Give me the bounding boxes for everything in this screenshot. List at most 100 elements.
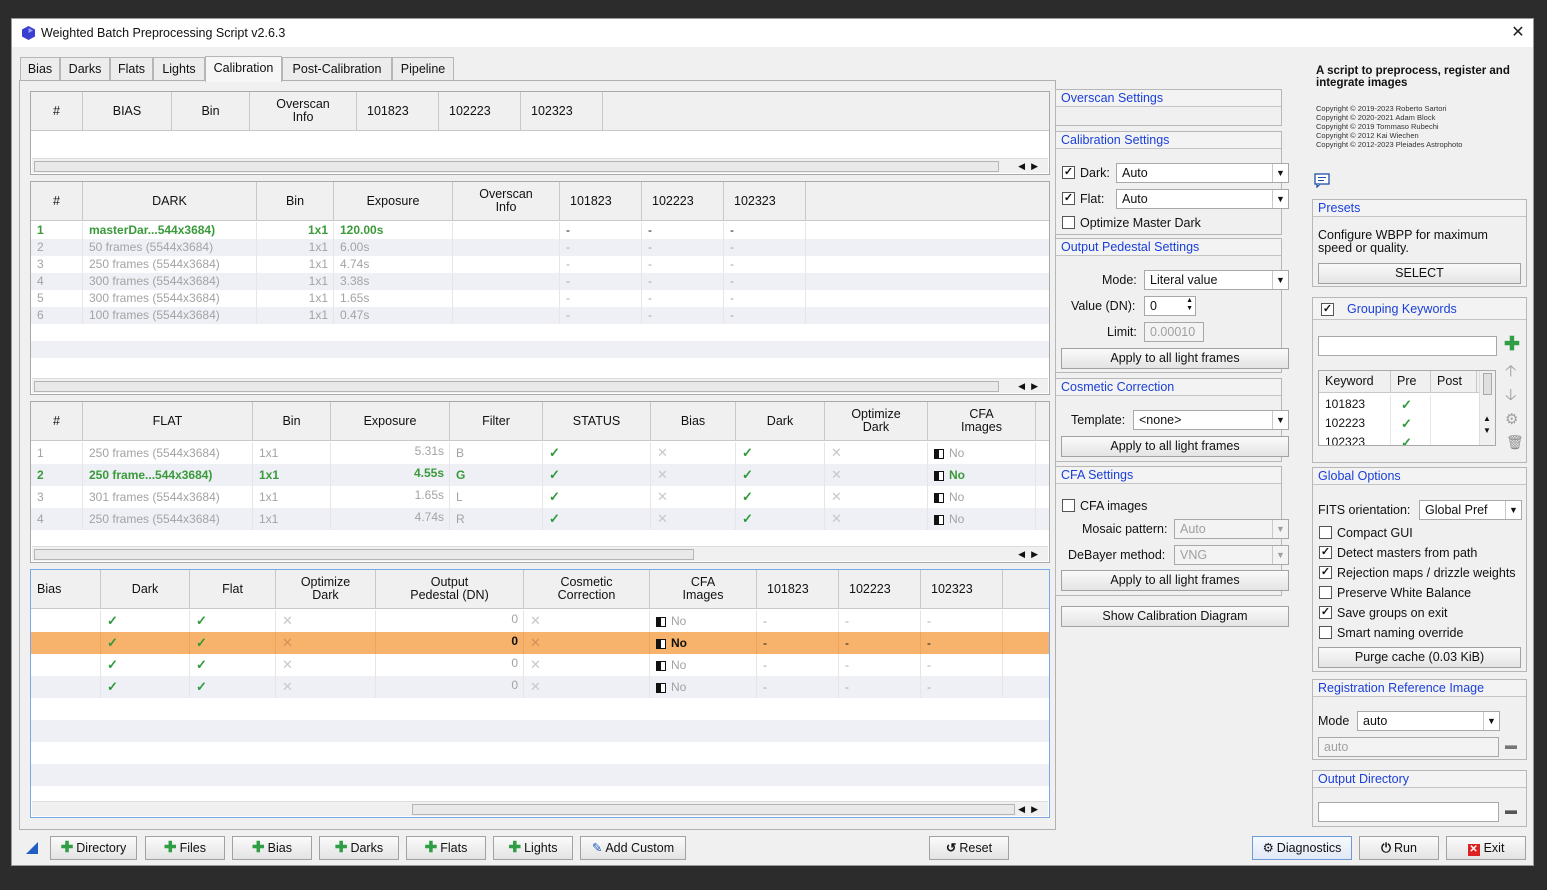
table-row[interactable]: 1 masterDar...544x3684) 1x1 120.00s - - …	[31, 222, 1049, 239]
reg-reference-field[interactable]: auto	[1318, 737, 1499, 757]
diagnostics-button[interactable]: ⚙ Diagnostics	[1252, 836, 1352, 860]
col-header[interactable]: 102323	[921, 570, 1003, 608]
col-header[interactable]: CFA Images	[928, 402, 1036, 440]
col-header[interactable]: 101823	[357, 92, 439, 130]
output-directory-field[interactable]	[1318, 802, 1499, 822]
flat-select[interactable]: Auto ▼	[1116, 189, 1289, 209]
section-title[interactable]: Calibration Settings	[1056, 132, 1281, 149]
rejection-maps-checkbox[interactable]: ✓	[1319, 566, 1332, 579]
scroll-arrows-icon[interactable]: ◀▶	[1018, 159, 1044, 174]
add-directory-button[interactable]: ✚ Directory	[50, 836, 137, 860]
table-row[interactable]: 4 300 frames (5544x3684) 1x1 3.38s - - -	[31, 273, 1049, 290]
col-header[interactable]: 102323	[724, 182, 806, 220]
col-header[interactable]: Bin	[257, 182, 334, 220]
col-header[interactable]: Bias	[651, 402, 736, 440]
section-title[interactable]: Presets	[1313, 200, 1526, 217]
trash-icon[interactable]: 🗑	[1506, 434, 1524, 451]
table-row[interactable]: ✓ ✓ ✕ 0 ✕ No - - -	[31, 654, 1049, 676]
horizontal-scrollbar[interactable]: ◀▶	[32, 158, 1048, 173]
optimize-dark-checkbox[interactable]	[1062, 216, 1075, 229]
section-title[interactable]: Overscan Settings	[1056, 90, 1281, 107]
scroll-arrows-icon[interactable]: ◀▶	[1018, 802, 1044, 817]
apply-cfa-button[interactable]: Apply to all light frames	[1061, 570, 1289, 591]
dark-table[interactable]: # DARK Bin Exposure Overscan Info 101823…	[30, 181, 1050, 395]
pre-check-icon[interactable]: ✓	[1391, 414, 1431, 433]
add-keyword-icon[interactable]: ✚	[1504, 335, 1520, 355]
col-header[interactable]: Overscan Info	[453, 182, 560, 220]
col-header[interactable]: Keyword	[1319, 371, 1391, 392]
table-row[interactable]: ✓ ✓ ✕ 0 ✕ No - - -	[31, 610, 1049, 632]
detect-masters-checkbox[interactable]: ✓	[1319, 546, 1332, 559]
col-header[interactable]: #	[31, 92, 83, 130]
resize-triangle-icon[interactable]	[26, 842, 38, 854]
mosaic-select[interactable]: Auto ▼	[1174, 519, 1289, 539]
smart-naming-checkbox[interactable]	[1319, 626, 1332, 639]
table-row[interactable]: 4 250 frames (5544x3684) 1x1 4.74s R ✓ ✕…	[31, 508, 1049, 530]
keyword-row[interactable]: 102323 ✓	[1319, 433, 1495, 445]
col-header[interactable]: Filter	[450, 402, 543, 440]
col-header[interactable]: FLAT	[83, 402, 253, 440]
horizontal-scrollbar[interactable]: ◀▶	[32, 378, 1048, 393]
section-title[interactable]: Cosmetic Correction	[1056, 379, 1281, 396]
table-row[interactable]: 3 301 frames (5544x3684) 1x1 1.65s L ✓ ✕…	[31, 486, 1049, 508]
section-title[interactable]: Global Options	[1313, 468, 1526, 485]
dark-checkbox[interactable]: ✓	[1062, 166, 1075, 179]
add-custom-button[interactable]: ✎ Add Custom	[580, 836, 686, 860]
arrow-down-icon[interactable]: 🡣	[1505, 384, 1517, 411]
horizontal-scrollbar[interactable]: ◀▶	[32, 801, 1048, 816]
col-header[interactable]: 101823	[757, 570, 839, 608]
fits-orientation-select[interactable]: Global Pref ▼	[1419, 500, 1522, 520]
col-header[interactable]: Bin	[172, 92, 250, 130]
close-icon[interactable]: ✕	[1507, 23, 1529, 43]
pre-check-icon[interactable]: ✓	[1391, 433, 1431, 445]
col-header[interactable]: Dark	[101, 570, 190, 608]
table-row[interactable]: 3 250 frames (5544x3684) 1x1 4.74s - - -	[31, 256, 1049, 273]
reg-mode-select[interactable]: auto ▼	[1357, 711, 1500, 731]
scroll-arrows-icon[interactable]: ◀▶	[1018, 379, 1044, 394]
table-row[interactable]: 6 100 frames (5544x3684) 1x1 0.47s - - -	[31, 307, 1049, 324]
reset-button[interactable]: ↺ Reset	[929, 836, 1009, 860]
add-flats-button[interactable]: ✚ Flats	[406, 836, 486, 860]
purge-cache-button[interactable]: Purge cache (0.03 KiB)	[1318, 647, 1521, 668]
gear-icon[interactable]: ⚙	[1505, 410, 1518, 428]
col-header[interactable]: Pre	[1391, 371, 1431, 392]
add-files-button[interactable]: ✚ Files	[145, 836, 225, 860]
apply-cosmetic-button[interactable]: Apply to all light frames	[1061, 436, 1289, 457]
pedestal-value-spinbox[interactable]: 0 ▲ ▼	[1144, 296, 1196, 316]
cfa-images-checkbox[interactable]	[1062, 499, 1075, 512]
save-groups-checkbox[interactable]: ✓	[1319, 606, 1332, 619]
tab-darks[interactable]: Darks	[60, 57, 110, 81]
col-header[interactable]: STATUS	[543, 402, 651, 440]
add-lights-button[interactable]: ✚ Lights	[493, 836, 573, 860]
col-header[interactable]: Bin	[253, 402, 331, 440]
apply-pedestal-button[interactable]: Apply to all light frames	[1061, 348, 1289, 369]
vertical-scrollbar[interactable]: ▲ ▼	[1479, 371, 1495, 445]
template-select[interactable]: <none> ▼	[1133, 410, 1289, 430]
compact-gui-checkbox[interactable]	[1319, 526, 1332, 539]
tab-flats[interactable]: Flats	[110, 57, 153, 81]
col-header[interactable]: BIAS	[83, 92, 172, 130]
arrow-up-icon[interactable]: 🡡	[1505, 360, 1517, 387]
spinner-icon[interactable]: ▲ ▼	[1186, 297, 1193, 313]
table-row[interactable]: 2 50 frames (5544x3684) 1x1 6.00s - - -	[31, 239, 1049, 256]
col-header[interactable]: Optimize Dark	[276, 570, 376, 608]
keyword-row[interactable]: 101823 ✓	[1319, 395, 1495, 414]
add-darks-button[interactable]: ✚ Darks	[319, 836, 399, 860]
exit-button[interactable]: ✕ Exit	[1446, 836, 1526, 860]
light-calibration-table[interactable]: Bias Dark Flat Optimize Dark Output Pede…	[30, 569, 1050, 818]
keyword-input[interactable]	[1318, 336, 1497, 356]
col-header[interactable]: Optimize Dark	[825, 402, 928, 440]
table-row-selected[interactable]: ✓ ✓ ✕ 0 ✕ No - - -	[31, 632, 1049, 654]
section-title[interactable]: Grouping Keywords	[1313, 298, 1526, 320]
col-header[interactable]: Output Pedestal (DN)	[376, 570, 524, 608]
add-bias-button[interactable]: ✚ Bias	[232, 836, 312, 860]
col-header[interactable]: 102223	[839, 570, 921, 608]
folder-icon[interactable]: ▬	[1505, 738, 1517, 752]
col-header[interactable]: Post	[1431, 371, 1477, 392]
select-preset-button[interactable]: SELECT	[1318, 263, 1521, 284]
col-header[interactable]: 102223	[439, 92, 521, 130]
col-header[interactable]: 102323	[521, 92, 603, 130]
keyword-row[interactable]: 102223 ✓	[1319, 414, 1495, 433]
col-header[interactable]: Overscan Info	[250, 92, 357, 130]
preserve-wb-checkbox[interactable]	[1319, 586, 1332, 599]
